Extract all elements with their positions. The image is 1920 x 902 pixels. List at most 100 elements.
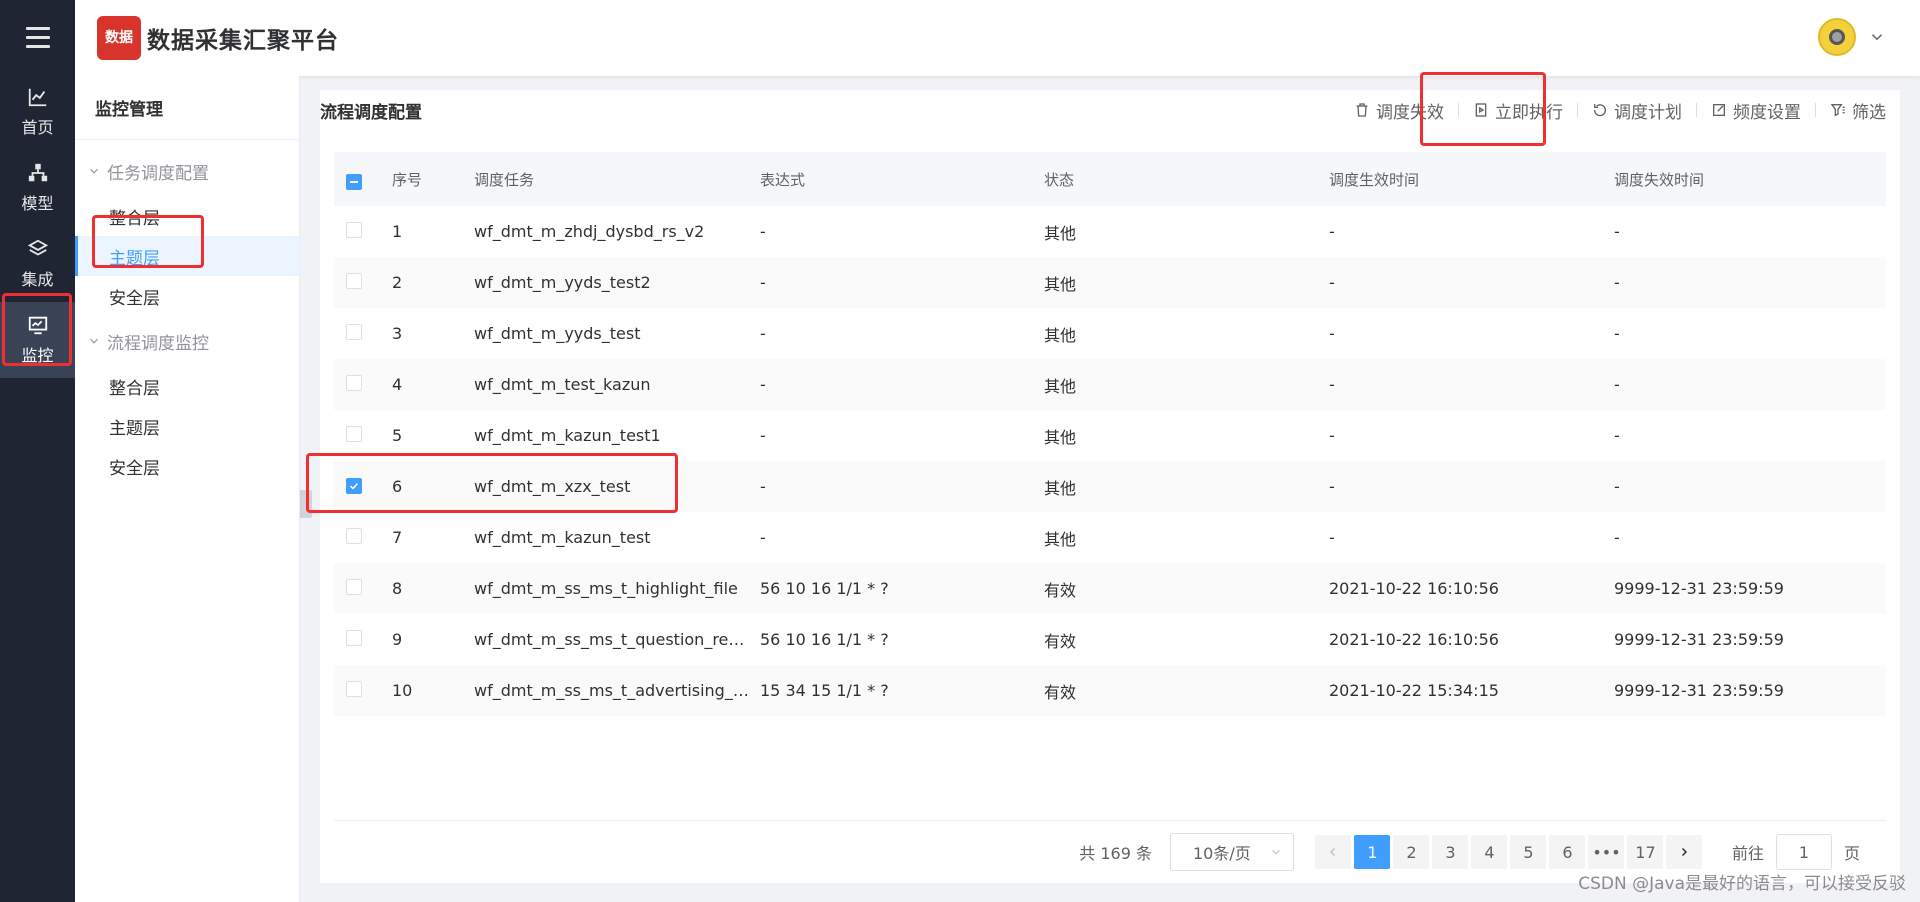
next-page-button[interactable]: [1666, 835, 1703, 869]
page-button[interactable]: 5: [1510, 835, 1547, 869]
row-checkbox[interactable]: [346, 680, 362, 697]
goto-page: 前往 1 页: [1732, 834, 1860, 870]
sidebar-group-flow-monitor[interactable]: 流程调度监控: [75, 316, 299, 366]
table-cell: wf_dmt_m_yyds_test2: [474, 273, 651, 292]
page-button[interactable]: 1: [1354, 835, 1391, 869]
run-now-button[interactable]: 立即执行: [1459, 98, 1577, 123]
table-cell: 其他: [1044, 478, 1077, 498]
table-row[interactable]: 5 wf_dmt_m_kazun_test1 - 其他 - -: [334, 410, 1886, 461]
sidebar-item-security-layer[interactable]: 安全层: [75, 446, 299, 486]
total-count: 共 169 条: [1079, 844, 1152, 863]
table-cell: wf_dmt_m_xzx_test: [474, 477, 631, 496]
prev-page-button[interactable]: [1315, 835, 1352, 869]
table-cell: -: [760, 324, 766, 343]
row-checkbox[interactable]: [346, 323, 362, 340]
page-button[interactable]: 17: [1627, 835, 1664, 869]
table-cell: 9: [392, 630, 403, 649]
table-cell: 2021-10-22 16:10:56: [1329, 579, 1499, 598]
refresh-icon: [1593, 104, 1606, 117]
table-row[interactable]: 10 wf_dmt_m_ss_ms_t_advertising_o... 15 34…: [334, 665, 1886, 716]
table-row[interactable]: 8 wf_dmt_m_ss_ms_t_highlight_file 56 10 16…: [334, 563, 1886, 614]
rail-item-label: 模型: [21, 194, 54, 213]
table-cell: 3: [392, 324, 403, 343]
page-button[interactable]: 6: [1549, 835, 1586, 869]
table-cell: -: [760, 426, 766, 445]
table-cell: -: [1329, 477, 1335, 496]
table-cell: 9999-12-31 23:59:59: [1614, 681, 1784, 700]
table-row[interactable]: 1 wf_dmt_m_zhdj_dysbd_rs_v2 - 其他 - -: [334, 206, 1886, 257]
rail-item-home[interactable]: 首页: [0, 74, 75, 150]
table-cell: wf_dmt_m_zhdj_dysbd_rs_v2: [474, 222, 705, 241]
menu-toggle-button[interactable]: [0, 0, 75, 74]
table-cell: 其他: [1044, 529, 1077, 549]
table-cell: 其他: [1044, 274, 1077, 294]
schedule-plan-button[interactable]: 调度计划: [1578, 98, 1696, 123]
table-cell: -: [1614, 273, 1620, 292]
table-cell: -: [1329, 528, 1335, 547]
table-cell: -: [1614, 324, 1620, 343]
row-checkbox[interactable]: [346, 629, 362, 646]
col-header: 状态: [1044, 170, 1075, 189]
app-logo: 数据: [97, 16, 141, 60]
row-checkbox[interactable]: [346, 272, 362, 289]
invalidate-schedule-button[interactable]: 调度失效: [1340, 98, 1458, 123]
trash-icon: [1356, 103, 1368, 117]
table-cell: 5: [392, 426, 403, 445]
page-button[interactable]: 3: [1432, 835, 1469, 869]
chevron-down-icon: [90, 168, 98, 174]
col-header: 调度失效时间: [1614, 170, 1705, 189]
row-checkbox[interactable]: [346, 478, 362, 494]
rail-item-model[interactable]: 模型: [0, 150, 75, 226]
sidebar-group-task-schedule[interactable]: 任务调度配置: [75, 146, 299, 196]
avatar[interactable]: [1818, 18, 1856, 56]
sidebar-item-theme-layer[interactable]: 主题层: [75, 236, 299, 276]
page-size-select[interactable]: 10条/页: [1169, 833, 1294, 871]
table-row[interactable]: 4 wf_dmt_m_test_kazun - 其他 - -: [334, 359, 1886, 410]
select-all-checkbox[interactable]: [346, 173, 362, 190]
row-checkbox[interactable]: [346, 578, 362, 595]
table-row[interactable]: 7 wf_dmt_m_kazun_test - 其他 - -: [334, 512, 1886, 563]
sidebar-group-label: 流程调度监控: [107, 333, 209, 354]
chevron-down-icon[interactable]: [1868, 28, 1886, 46]
sidebar-item-theme-layer[interactable]: 主题层: [75, 406, 299, 446]
frequency-settings-button[interactable]: 频度设置: [1697, 98, 1815, 123]
checkmark-icon: [349, 482, 359, 490]
run-icon: [1475, 103, 1487, 117]
chevron-down-icon: [1272, 849, 1280, 855]
table-row[interactable]: 9 wf_dmt_m_ss_ms_t_question_res... 56 10 1…: [334, 614, 1886, 665]
filter-button[interactable]: 筛选: [1816, 98, 1900, 123]
table-header: 序号 调度任务 表达式 状态 调度生效时间 调度失效时间: [334, 152, 1886, 206]
page-button[interactable]: 4: [1471, 835, 1508, 869]
hamburger-icon: [25, 24, 50, 51]
user-menu[interactable]: [1818, 18, 1886, 56]
more-pages-button[interactable]: •••: [1588, 835, 1625, 869]
sidebar-item-integration-layer[interactable]: 整合层: [75, 366, 299, 406]
table-cell: -: [1614, 477, 1620, 496]
col-header: 表达式: [760, 170, 806, 189]
table-cell: -: [1329, 375, 1335, 394]
chevron-left-icon: [1330, 847, 1336, 857]
rail-item-label: 监控: [21, 346, 54, 365]
row-checkbox[interactable]: [346, 527, 362, 544]
page-button[interactable]: 2: [1393, 835, 1430, 869]
row-checkbox[interactable]: [346, 221, 362, 238]
sidebar-item-security-layer[interactable]: 安全层: [75, 276, 299, 316]
table-row[interactable]: 2 wf_dmt_m_yyds_test2 - 其他 - -: [334, 257, 1886, 308]
monitor-icon: [28, 316, 47, 335]
table-cell: 4: [392, 375, 403, 394]
sidebar-collapse-handle[interactable]: [300, 490, 312, 518]
rail-item-integration[interactable]: 集成: [0, 226, 75, 302]
table-row[interactable]: 3 wf_dmt_m_yyds_test - 其他 - -: [334, 308, 1886, 359]
row-checkbox[interactable]: [346, 374, 362, 391]
table-cell: -: [1329, 426, 1335, 445]
table-row[interactable]: 6 wf_dmt_m_xzx_test - 其他 - -: [334, 461, 1886, 512]
row-checkbox[interactable]: [346, 425, 362, 442]
goto-page-input[interactable]: 1: [1775, 834, 1832, 870]
table-cell: -: [1329, 222, 1335, 241]
table-cell: wf_dmt_m_ss_ms_t_highlight_file: [474, 579, 738, 598]
sidebar-item-integration-layer[interactable]: 整合层: [75, 196, 299, 236]
main-rail: 首页 模型 集成 监控: [0, 0, 75, 902]
table-cell: 其他: [1044, 427, 1077, 447]
rail-item-monitor[interactable]: 监控: [0, 302, 75, 378]
table-cell: wf_dmt_m_test_kazun: [474, 375, 651, 394]
